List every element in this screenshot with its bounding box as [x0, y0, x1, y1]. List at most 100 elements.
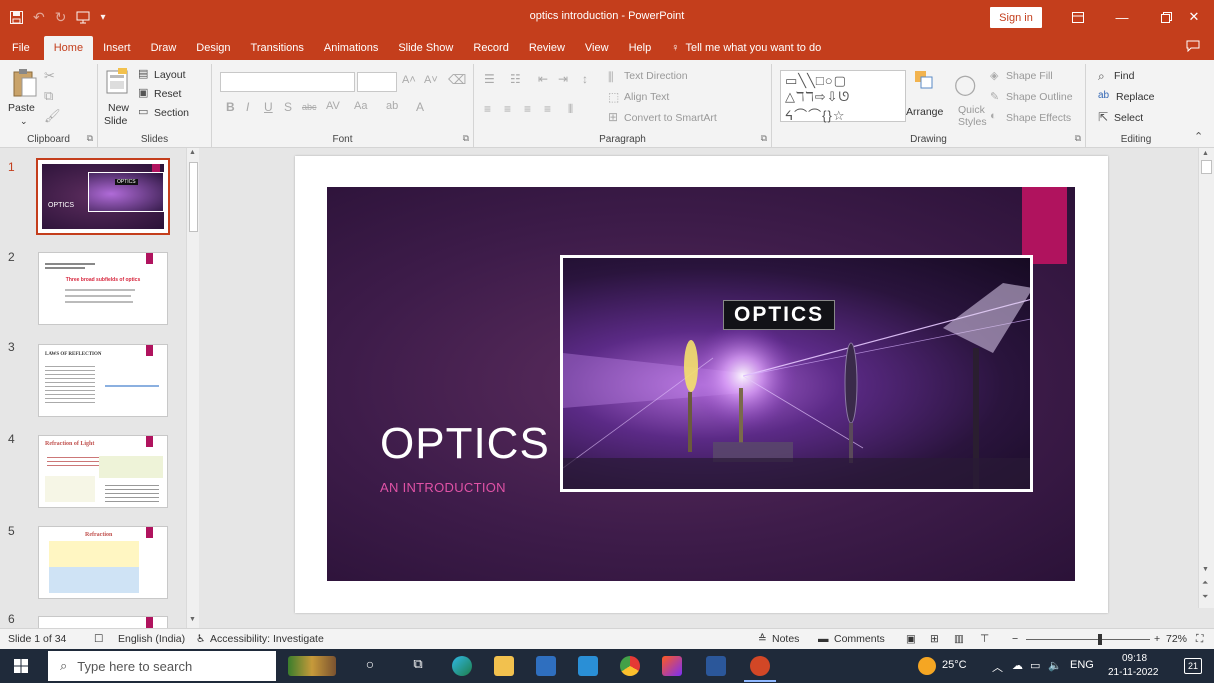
paste-options-chevron-icon[interactable]: ⌄ [20, 116, 28, 127]
input-language[interactable]: ENG [1070, 659, 1094, 671]
clear-formatting-icon[interactable]: ⌫ [448, 72, 466, 88]
increase-indent-icon[interactable]: ⇥ [558, 72, 568, 86]
align-left-icon[interactable]: ≡ [484, 102, 491, 116]
align-center-icon[interactable]: ≡ [504, 102, 511, 116]
tab-file[interactable]: File [0, 36, 44, 60]
paragraph-launcher-icon[interactable]: ⧉ [761, 133, 767, 144]
close-icon[interactable]: ✕ [1172, 0, 1214, 34]
tab-review[interactable]: Review [519, 36, 575, 60]
replace-button[interactable]: Replace [1116, 91, 1155, 103]
next-slide-icon[interactable]: ⏷ [1202, 592, 1208, 602]
customize-toolbar-icon[interactable]: ▾ [100, 12, 105, 23]
language-status[interactable]: English (India) [118, 633, 185, 645]
italic-icon[interactable]: I [246, 100, 249, 114]
slide-scroll-thumb[interactable] [1201, 160, 1212, 174]
slide-sorter-icon[interactable]: ⊞ [930, 633, 939, 645]
notes-button[interactable]: Notes [772, 633, 799, 645]
font-name-combo[interactable] [220, 72, 355, 92]
previous-slide-icon[interactable]: ⏶ [1202, 578, 1208, 588]
align-right-icon[interactable]: ≡ [524, 102, 531, 116]
mail-icon[interactable] [578, 656, 598, 676]
strikethrough-icon[interactable]: abc [302, 102, 317, 112]
section-button[interactable]: Section [154, 107, 189, 119]
clipboard-launcher-icon[interactable]: ⧉ [87, 133, 93, 144]
slide-thumbnail-1[interactable]: OPTICS OPTICS [36, 158, 170, 235]
file-explorer-icon[interactable] [494, 656, 514, 676]
news-widget-icon[interactable] [288, 656, 336, 676]
select-button[interactable]: Select [1114, 112, 1143, 124]
reading-view-icon[interactable]: ▥ [954, 633, 964, 645]
clock-time[interactable]: 09:18 [1122, 653, 1147, 664]
cut-icon[interactable]: ✂ [44, 68, 55, 84]
bold-icon[interactable]: B [226, 100, 235, 114]
increase-font-icon[interactable]: A˄ [402, 74, 416, 86]
shadow-icon[interactable]: S [284, 100, 292, 114]
scroll-down-icon[interactable]: ▼ [189, 616, 196, 623]
slide-vertical-scrollbar[interactable]: ▲ ▼ ⏶ ⏷ [1198, 148, 1214, 608]
new-slide-button[interactable]: New [108, 102, 129, 114]
cortana-icon[interactable]: ○ [360, 656, 380, 676]
tab-view[interactable]: View [575, 36, 619, 60]
font-launcher-icon[interactable]: ⧉ [463, 133, 469, 144]
tab-insert[interactable]: Insert [93, 36, 141, 60]
shape-effects-button[interactable]: Shape Effects [1006, 112, 1071, 124]
underline-icon[interactable]: U [264, 100, 273, 114]
onedrive-icon[interactable]: ☁ [1012, 659, 1023, 672]
tell-me-search[interactable]: ♀ Tell me what you want to do [661, 36, 831, 60]
zoom-slider-thumb[interactable] [1098, 634, 1102, 645]
comments-icon[interactable] [1186, 40, 1200, 55]
clock-date[interactable]: 21-11-2022 [1108, 667, 1158, 678]
zoom-out-icon[interactable]: − [1012, 633, 1018, 645]
find-button[interactable]: Find [1114, 70, 1134, 82]
network-icon[interactable]: ▭ [1030, 659, 1040, 672]
task-view-icon[interactable]: ⧉ [408, 656, 428, 676]
convert-smartart-button[interactable]: Convert to SmartArt [624, 112, 717, 124]
arrange-button[interactable]: Arrange [906, 106, 943, 118]
zoom-in-icon[interactable]: + [1154, 633, 1160, 645]
slide-subtitle-placeholder[interactable]: AN INTRODUCTION [380, 480, 506, 495]
text-direction-button[interactable]: Text Direction [624, 70, 688, 82]
font-size-combo[interactable] [357, 72, 397, 92]
slide-thumbnail-3[interactable]: LAWS OF REFLECTION [38, 344, 168, 417]
copy-icon[interactable]: ⧉ [44, 88, 53, 104]
redo-icon[interactable]: ↻ [55, 9, 67, 26]
slide-canvas[interactable]: OPTICS OPTICS AN INTRODUCTION [295, 156, 1108, 613]
ribbon-display-options-icon[interactable] [1056, 0, 1100, 34]
tab-help[interactable]: Help [619, 36, 662, 60]
layout-button[interactable]: Layout [154, 69, 186, 81]
columns-icon[interactable]: ⫴ [568, 102, 573, 117]
fit-to-window-icon[interactable]: ⛶ [1196, 633, 1203, 646]
slides-panel-scrollbar[interactable]: ▲ ▼ [186, 148, 199, 628]
tab-design[interactable]: Design [186, 36, 240, 60]
paste-button[interactable]: Paste [8, 102, 35, 114]
tab-animations[interactable]: Animations [314, 36, 388, 60]
line-spacing-icon[interactable]: ↕ [582, 72, 588, 86]
weather-icon[interactable] [918, 657, 936, 675]
start-from-beginning-icon[interactable] [76, 11, 90, 24]
character-spacing-icon[interactable]: AV [326, 100, 340, 112]
slide-photo[interactable]: OPTICS [560, 255, 1033, 492]
slides-panel-scroll-thumb[interactable] [189, 162, 198, 232]
show-hidden-icons-icon[interactable]: ︿ [992, 659, 1003, 675]
taskbar-search-box[interactable]: ⌕ Type here to search [48, 651, 276, 681]
slide-accent-bar[interactable] [1022, 187, 1067, 264]
format-painter-icon[interactable]: 🖌 [44, 108, 61, 124]
slide-thumbnail-6[interactable] [38, 616, 168, 628]
word-icon[interactable] [706, 656, 726, 676]
scroll-up-icon[interactable]: ▲ [189, 149, 196, 156]
undo-icon[interactable]: ↶ [33, 9, 45, 26]
collapse-ribbon-icon[interactable]: ⌃ [1194, 130, 1203, 143]
volume-icon[interactable]: 🔈 [1048, 659, 1062, 672]
spelling-check-icon[interactable]: ☐ [94, 633, 103, 645]
change-case-icon[interactable]: Aa [354, 100, 367, 112]
slide-title-placeholder[interactable]: OPTICS [380, 419, 550, 469]
chrome-icon[interactable] [620, 656, 640, 676]
bullets-icon[interactable]: ☰ [484, 72, 495, 86]
temperature[interactable]: 25°C [942, 659, 967, 671]
powerpoint-icon[interactable] [750, 656, 770, 676]
accessibility-status[interactable]: Accessibility: Investigate [210, 633, 324, 645]
minimize-icon[interactable]: — [1100, 0, 1144, 34]
decrease-font-icon[interactable]: A˅ [424, 74, 438, 86]
slide-thumbnail-5[interactable]: Refraction [38, 526, 168, 599]
shape-outline-button[interactable]: Shape Outline [1006, 91, 1073, 103]
